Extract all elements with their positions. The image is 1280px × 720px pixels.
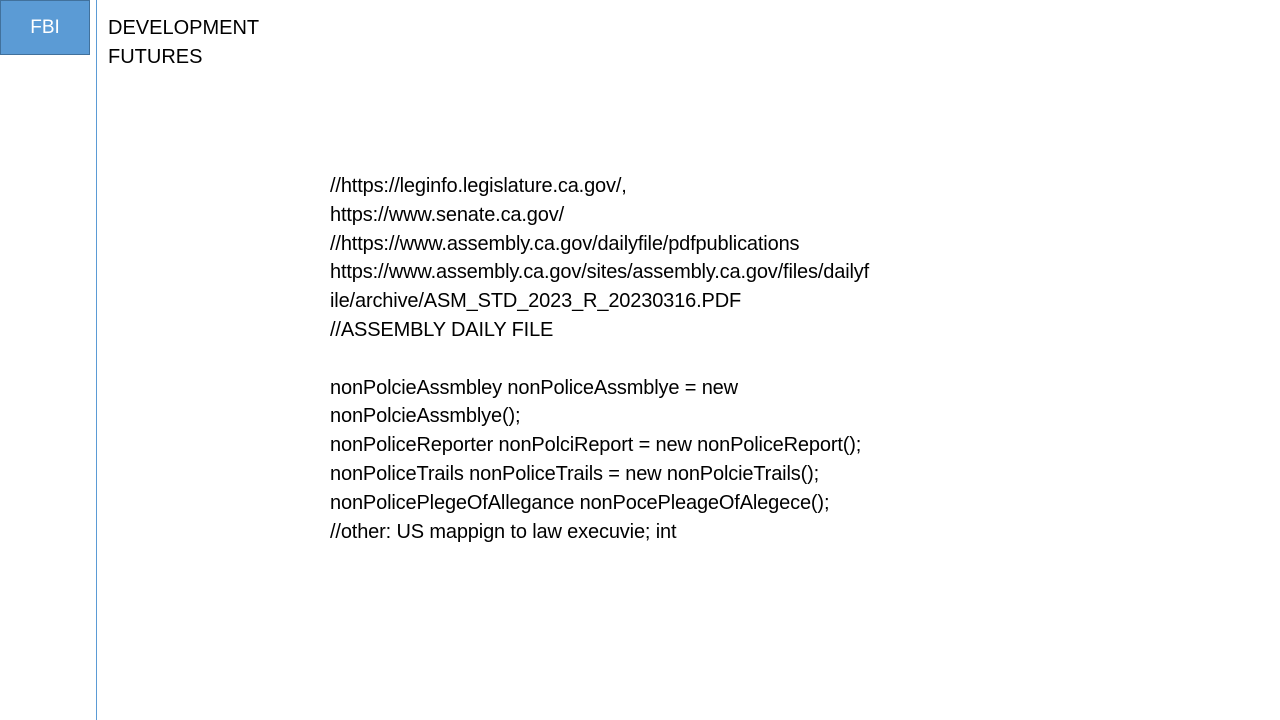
body-line: //ASSEMBLY DAILY FILE (330, 318, 554, 341)
body-line: ile/archive/ASM_STD_2023_R_20230316.PDF (330, 290, 742, 313)
body-line: https://www.assembly.ca.gov/sites/assemb… (330, 261, 870, 284)
body-line: nonPolicePlegeOfAllegance nonPocePleageO… (330, 491, 830, 514)
body-line: nonPoliceTrails nonPoliceTrails = new no… (330, 462, 820, 485)
body-line: nonPoliceReporter nonPolciReport = new n… (330, 434, 862, 457)
fbi-tag-label: FBI (30, 16, 60, 38)
body-line: //https://www.assembly.ca.gov/dailyfile/… (330, 232, 800, 255)
body-line: nonPolcieAssmbley nonPoliceAssmblye = ne… (330, 376, 738, 399)
slide-title: DEVELOPMENT FUTURES (108, 14, 259, 72)
body-line: https://www.senate.ca.gov/ (330, 203, 565, 226)
slide: FBI DEVELOPMENT FUTURES //https://leginf… (0, 0, 1280, 720)
body-line: nonPolcieAssmblye(); (330, 405, 521, 428)
fbi-tag-box: FBI (0, 0, 90, 55)
body-line: //other: US mappign to law execuvie; int (330, 520, 677, 543)
body-line: //https://leginfo.legislature.ca.gov/, (330, 175, 627, 197)
body-text: //https://leginfo.legislature.ca.gov/, h… (330, 172, 970, 546)
title-line-1: DEVELOPMENT (108, 17, 260, 39)
body-blank-line (330, 345, 970, 374)
vertical-divider (96, 0, 97, 720)
title-line-2: FUTURES (108, 46, 203, 68)
